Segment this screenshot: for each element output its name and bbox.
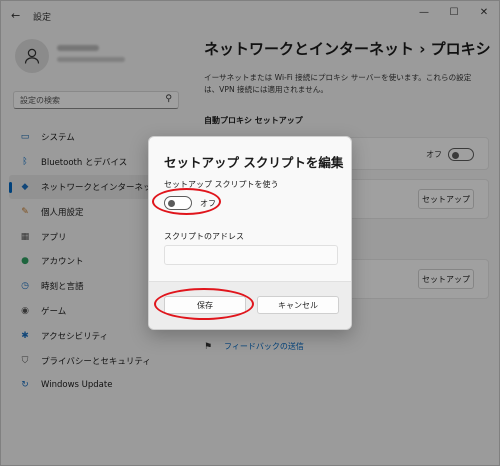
script-address-input[interactable]	[164, 245, 338, 265]
cancel-button[interactable]: キャンセル	[257, 296, 339, 314]
script-address-label: スクリプトのアドレス	[164, 232, 244, 241]
annotation-circle-save	[154, 288, 254, 320]
dialog-title: セットアップ スクリプトを編集	[164, 155, 344, 170]
annotation-circle-toggle	[152, 188, 221, 215]
